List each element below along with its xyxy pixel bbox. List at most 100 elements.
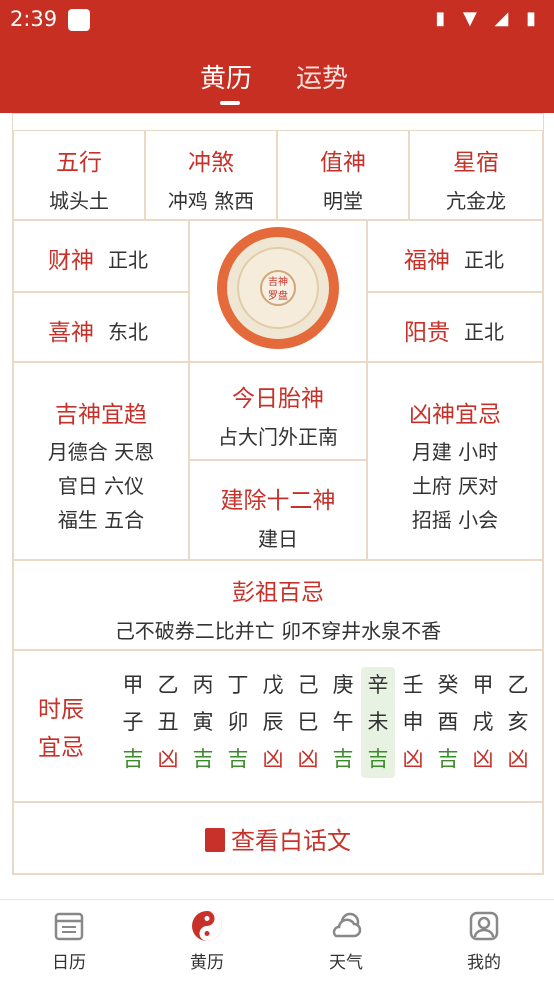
twelve-value: 建日 [258, 527, 298, 551]
app-header: 黄历 运势 [0, 40, 554, 113]
xingxiu-value: 亢金龙 [446, 189, 506, 213]
hour-column[interactable]: 丙寅吉 [186, 667, 220, 778]
hour-column[interactable]: 癸酉吉 [431, 667, 465, 778]
compass-line2: 罗盘 [268, 291, 288, 302]
chongsha-cell: 冲煞 冲鸡 煞西 [145, 130, 277, 220]
hours-title-line2: 宜忌 [38, 735, 84, 761]
hour-column[interactable]: 己巳凶 [291, 667, 325, 778]
hour-luck: 凶 [402, 747, 424, 771]
fetal-value: 占大门外正南 [218, 425, 338, 449]
fetal-title: 今日胎神 [232, 386, 324, 412]
hour-column[interactable]: 甲子吉 [116, 667, 150, 778]
xingxiu-cell: 星宿 亢金龙 [409, 130, 543, 220]
tab-huangli[interactable]: 黄历 [200, 58, 252, 95]
yin-yang-icon [192, 911, 222, 941]
book-icon [205, 828, 225, 852]
hour-luck: 吉 [332, 747, 354, 771]
hour-column[interactable]: 乙丑凶 [151, 667, 185, 778]
auspicious-line: 官日 六仪 [57, 474, 145, 498]
hour-luck: 凶 [157, 747, 179, 771]
almanac-card: 五行 城头土 冲煞 冲鸡 煞西 值神 明堂 星宿 亢金龙 财神 正北 喜神 东北… [12, 113, 544, 875]
compass-icon[interactable]: 吉神 罗盘 [217, 227, 339, 349]
view-vernacular-button[interactable]: 查看白话文 [13, 802, 543, 874]
hour-stem: 戊 [262, 673, 284, 697]
caishen-value: 正北 [108, 248, 148, 272]
hour-stem: 庚 [332, 673, 354, 697]
hour-column[interactable]: 庚午吉 [326, 667, 360, 778]
caishen-cell: 财神 正北 [13, 220, 189, 292]
tab-indicator [220, 101, 240, 105]
nav-weather[interactable]: 天气 [306, 910, 386, 973]
inauspicious-title: 凶神宜忌 [409, 402, 501, 428]
hour-luck: 凶 [472, 747, 494, 771]
nav-huangli[interactable]: 黄历 [167, 910, 247, 973]
inauspicious-line: 土府 厌对 [411, 474, 499, 498]
wuxing-value: 城头土 [49, 189, 109, 213]
wuxing-label: 五行 [56, 150, 102, 176]
hour-luck: 吉 [367, 747, 389, 771]
profile-icon [469, 911, 499, 941]
hour-column[interactable]: 甲戌凶 [466, 667, 500, 778]
caishen-label: 财神 [48, 248, 94, 274]
nav-huangli-label: 黄历 [190, 953, 224, 973]
auspicious-line: 月德合 天恩 [47, 440, 155, 464]
chongsha-value: 冲鸡 煞西 [167, 189, 255, 213]
fetal-god-cell: 今日胎神 占大门外正南 [189, 362, 367, 460]
hour-luck: 吉 [122, 747, 144, 771]
hours-title-line1: 时辰 [38, 697, 84, 723]
yanggui-cell: 阳贵 正北 [367, 292, 543, 362]
wuxing-cell: 五行 城头土 [13, 130, 145, 220]
pengzu-title: 彭祖百忌 [232, 580, 324, 606]
twelve-title: 建除十二神 [220, 488, 336, 514]
hour-stem: 癸 [437, 673, 459, 697]
hour-column[interactable]: 乙亥凶 [501, 667, 535, 778]
hour-branch: 午 [332, 710, 354, 734]
hour-branch: 亥 [507, 710, 529, 734]
hour-stem: 丙 [192, 673, 214, 697]
hour-luck: 吉 [437, 747, 459, 771]
hour-column[interactable]: 壬申凶 [396, 667, 430, 778]
yanggui-label: 阳贵 [404, 320, 450, 346]
hour-column[interactable]: 辛未吉 [361, 667, 395, 778]
nav-profile[interactable]: 我的 [444, 910, 524, 973]
status-bar: 2:39 ▮ ▼ ◢ ▮ [0, 0, 554, 40]
hour-stem: 甲 [472, 673, 494, 697]
hour-branch: 寅 [192, 710, 214, 734]
zhishen-label: 值神 [320, 150, 366, 176]
xishen-cell: 喜神 东北 [13, 292, 189, 362]
xishen-value: 东北 [108, 320, 148, 344]
twelve-gods-cell: 建除十二神 建日 [189, 460, 367, 560]
compass-center: 吉神 罗盘 [260, 270, 296, 306]
chongsha-label: 冲煞 [188, 150, 234, 176]
inauspicious-cell: 凶神宜忌 月建 小时 土府 厌对 招摇 小会 [367, 362, 543, 560]
xingxiu-label: 星宿 [453, 150, 499, 176]
hour-stem: 乙 [157, 673, 179, 697]
nav-calendar[interactable]: 日历 [29, 910, 109, 973]
tab-yunshi[interactable]: 运势 [296, 58, 348, 95]
inauspicious-line: 招摇 小会 [411, 508, 499, 532]
pengzu-value: 己不破券二比并亡 卯不穿井水泉不香 [114, 619, 442, 643]
hour-stem: 丁 [227, 673, 249, 697]
hour-branch: 卯 [227, 710, 249, 734]
status-time: 2:39 [10, 7, 58, 31]
hour-luck: 吉 [227, 747, 249, 771]
hour-luck: 凶 [507, 747, 529, 771]
hour-column[interactable]: 戊辰凶 [256, 667, 290, 778]
nav-calendar-label: 日历 [52, 953, 86, 973]
inauspicious-line: 月建 小时 [411, 440, 499, 464]
compass-line1: 吉神 [268, 277, 288, 288]
hour-branch: 未 [367, 710, 389, 734]
hour-luck: 吉 [192, 747, 214, 771]
hour-stem: 乙 [507, 673, 529, 697]
fushen-value: 正北 [464, 248, 504, 272]
hour-branch: 巳 [297, 710, 319, 734]
partial-row [13, 114, 543, 131]
system-status-icons: ▮ ▼ ◢ ▮ [435, 8, 542, 29]
auspicious-list: 月德合 天恩 官日 六仪 福生 五合 [14, 435, 188, 537]
hour-branch: 酉 [437, 710, 459, 734]
hours-grid: 甲子吉乙丑凶丙寅吉丁卯吉戊辰凶己巳凶庚午吉辛未吉壬申凶癸酉吉甲戌凶乙亥凶 [116, 667, 536, 787]
weather-icon [332, 912, 362, 938]
view-vernacular-label: 查看白话文 [231, 827, 351, 855]
auspicious-cell: 吉神宜趋 月德合 天恩 官日 六仪 福生 五合 [13, 362, 189, 560]
hour-column[interactable]: 丁卯吉 [221, 667, 255, 778]
